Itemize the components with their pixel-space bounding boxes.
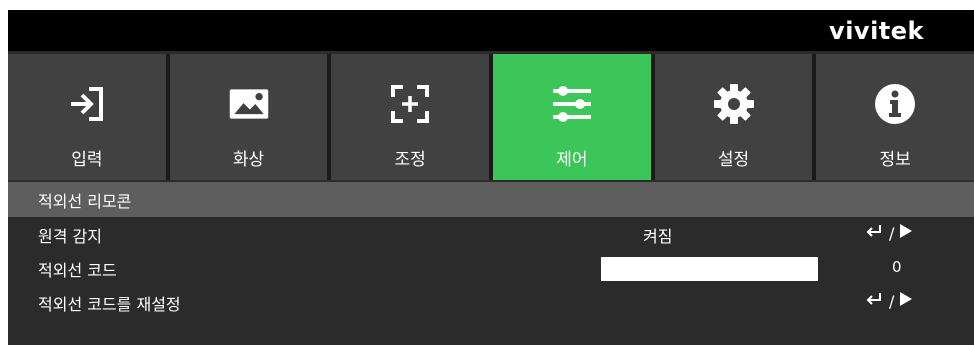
sliders-icon <box>550 82 594 126</box>
tab-label: 설정 <box>717 150 750 170</box>
row-value: 켜짐 <box>643 227 673 246</box>
menu-row-ir-code-reset[interactable]: 적외선 코드를 재설정 / <box>8 287 974 321</box>
tab-input[interactable]: 입력 <box>8 54 166 180</box>
osd-menu: vivitek 입력 화상 조정 제어 설정 정보 적외선 리모콘 원격 감지 … <box>8 10 974 345</box>
action-separator: / <box>889 291 895 311</box>
row-label: 적외선 코드 <box>38 261 117 280</box>
tab-label: 정보 <box>879 150 911 170</box>
row-action[interactable]: / <box>864 223 913 243</box>
menu-tabs: 입력 화상 조정 제어 설정 정보 <box>8 54 974 180</box>
ir-code-field[interactable] <box>601 257 818 281</box>
tab-image[interactable]: 화상 <box>169 54 328 180</box>
section-header: 적외선 리모콘 <box>8 182 974 217</box>
info-icon <box>873 82 917 126</box>
tab-label: 입력 <box>71 150 103 170</box>
section-title: 적외선 리모콘 <box>38 192 132 211</box>
menu-row-remote-sensing[interactable]: 원격 감지 켜짐 / <box>8 219 974 253</box>
gear-icon <box>712 82 756 126</box>
input-icon <box>65 82 109 126</box>
menu-row-ir-code[interactable]: 적외선 코드 0 <box>8 253 974 287</box>
row-action[interactable]: / <box>864 291 913 311</box>
tab-info[interactable]: 정보 <box>816 54 974 180</box>
brand-logo: vivitek <box>829 17 924 45</box>
tab-label: 제어 <box>556 150 588 170</box>
play-right-icon <box>899 291 913 311</box>
action-separator: / <box>889 223 895 243</box>
image-icon <box>227 82 271 126</box>
tab-adjust[interactable]: 조정 <box>331 54 490 180</box>
row-value: 0 <box>892 258 902 276</box>
tab-label: 화상 <box>232 150 265 170</box>
play-right-icon <box>899 223 913 243</box>
enter-icon <box>864 223 884 243</box>
row-label: 원격 감지 <box>38 227 102 246</box>
tab-label: 조정 <box>394 150 426 170</box>
header-bar: vivitek <box>8 10 974 51</box>
row-label: 적외선 코드를 재설정 <box>38 295 181 314</box>
tab-control[interactable]: 제어 <box>493 54 651 180</box>
adjust-icon <box>388 82 432 126</box>
tab-settings[interactable]: 설정 <box>654 54 813 180</box>
enter-icon <box>864 291 884 311</box>
